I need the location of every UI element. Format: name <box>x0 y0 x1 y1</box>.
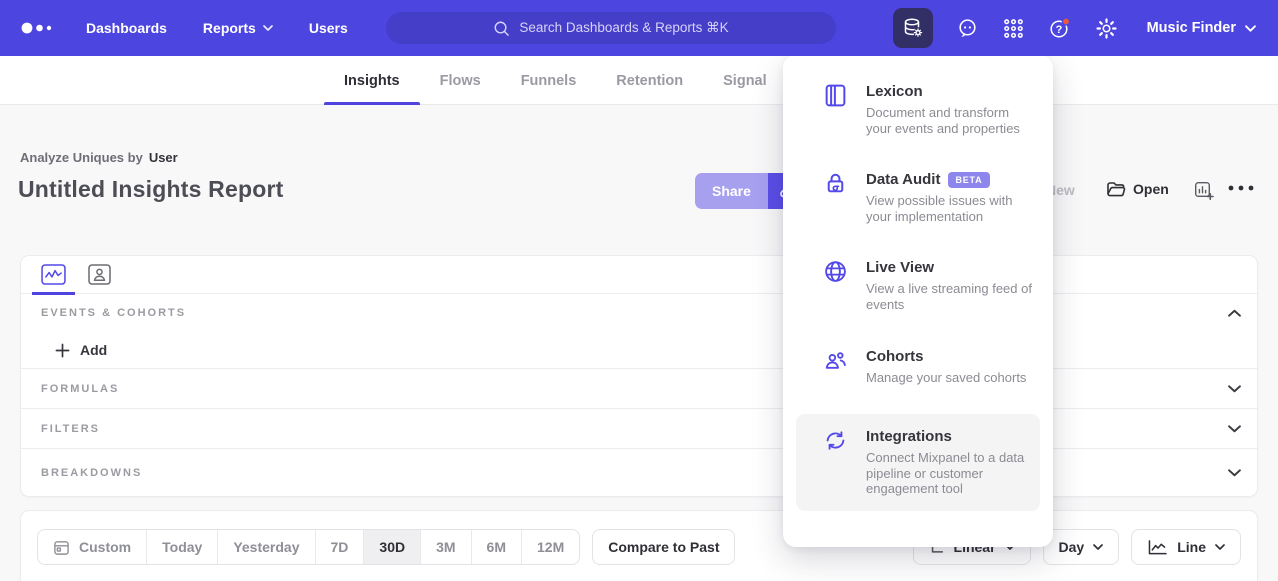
chevron-down-icon <box>1228 469 1241 477</box>
help-button[interactable]: ? <box>1048 16 1072 40</box>
breakdowns-section-header[interactable]: BREAKDOWNS <box>21 449 1257 496</box>
ellipsis-icon <box>1227 184 1255 192</box>
tab-retention[interactable]: Retention <box>616 56 683 105</box>
workspace-name: Music Finder <box>1147 20 1236 36</box>
chart-mode-icon <box>41 264 66 285</box>
primary-nav: Dashboards Reports Users <box>86 20 348 36</box>
date-range-segmented-control: Custom Today Yesterday 7D 30D 3M 6M 12M <box>37 529 580 565</box>
chevron-down-icon <box>1245 25 1256 32</box>
feedback-button[interactable] <box>956 17 979 40</box>
chevron-down-icon <box>1093 544 1103 550</box>
notification-dot <box>1062 18 1069 25</box>
nav-reports[interactable]: Reports <box>203 20 273 36</box>
range-6m[interactable]: 6M <box>472 530 522 564</box>
folder-icon <box>1106 180 1126 198</box>
chevron-up-icon[interactable] <box>1228 309 1241 317</box>
compare-to-past-button[interactable]: Compare to Past <box>592 529 735 565</box>
nav-dashboards[interactable]: Dashboards <box>86 20 167 36</box>
formulas-section-header[interactable]: FORMULAS <box>21 369 1257 409</box>
chevron-down-icon <box>1228 425 1241 433</box>
plus-icon <box>55 343 70 358</box>
events-mode-tab[interactable] <box>41 256 66 294</box>
range-yesterday[interactable]: Yesterday <box>218 530 315 564</box>
apps-grid-button[interactable] <box>1002 17 1025 40</box>
menu-item-integrations[interactable]: Integrations Connect Mixpanel to a data … <box>796 414 1040 511</box>
data-management-button[interactable] <box>893 8 933 48</box>
user-mode-icon <box>88 264 111 285</box>
context-value[interactable]: User <box>149 150 178 165</box>
menu-item-cohorts[interactable]: Cohorts Manage your saved cohorts <box>783 348 1053 386</box>
range-12m[interactable]: 12M <box>522 530 579 564</box>
live-view-icon <box>823 259 849 312</box>
query-mode-tabs <box>21 256 1257 294</box>
more-options-button[interactable] <box>1227 184 1255 192</box>
integrations-icon <box>823 428 849 497</box>
report-tabbar: Insights Flows Funnels Retention Signal … <box>0 56 1278 105</box>
range-custom[interactable]: Custom <box>38 530 147 564</box>
interval-select[interactable]: Day <box>1043 529 1120 565</box>
range-3m[interactable]: 3M <box>421 530 471 564</box>
top-navbar: Dashboards Reports Users Search Dashboar… <box>0 0 1278 56</box>
gear-icon <box>1095 17 1118 40</box>
cohorts-icon <box>823 348 849 386</box>
mixpanel-logo[interactable] <box>20 21 62 35</box>
add-to-board-icon <box>1194 181 1214 201</box>
menu-item-live-view[interactable]: Live View View a live streaming feed of … <box>783 259 1053 312</box>
chevron-down-icon <box>1228 385 1241 393</box>
add-to-board-button[interactable] <box>1194 181 1214 201</box>
navbar-right-cluster: ? Music Finder <box>893 0 1256 56</box>
line-chart-icon <box>1147 539 1168 556</box>
app-window: Dashboards Reports Users Search Dashboar… <box>0 0 1278 581</box>
range-7d[interactable]: 7D <box>316 530 365 564</box>
context-label: Analyze Uniques by <box>20 150 143 165</box>
apps-grid-icon <box>1002 17 1025 40</box>
range-today[interactable]: Today <box>147 530 218 564</box>
lexicon-icon <box>823 83 849 136</box>
global-search-input[interactable]: Search Dashboards & Reports ⌘K <box>386 12 836 44</box>
tab-insights[interactable]: Insights <box>344 56 400 105</box>
filters-section-header[interactable]: FILTERS <box>21 409 1257 449</box>
data-management-menu: Lexicon Document and transform your even… <box>783 55 1053 547</box>
settings-button[interactable] <box>1095 17 1118 40</box>
chat-bubble-icon <box>956 17 979 40</box>
data-management-icon <box>902 17 924 39</box>
share-button[interactable]: Share <box>695 173 768 209</box>
tab-funnels[interactable]: Funnels <box>521 56 577 105</box>
menu-item-lexicon[interactable]: Lexicon Document and transform your even… <box>783 83 1053 136</box>
data-audit-icon <box>823 171 849 224</box>
users-mode-tab[interactable] <box>88 256 111 294</box>
page-title[interactable]: Untitled Insights Report <box>18 176 283 203</box>
chevron-down-icon <box>263 25 273 31</box>
beta-badge: BETA <box>948 172 989 188</box>
nav-users[interactable]: Users <box>309 20 348 36</box>
search-placeholder: Search Dashboards & Reports ⌘K <box>519 20 728 36</box>
chevron-down-icon <box>1215 544 1225 550</box>
chart-type-select[interactable]: Line <box>1131 529 1241 565</box>
svg-text:?: ? <box>1055 24 1062 36</box>
add-event-button[interactable]: Add <box>21 332 1257 369</box>
workspace-switcher[interactable]: Music Finder <box>1147 20 1256 36</box>
date-range-toolbar: Custom Today Yesterday 7D 30D 3M 6M 12M … <box>37 529 735 565</box>
open-report-button[interactable]: Open <box>1106 180 1169 198</box>
events-cohorts-label: EVENTS & COHORTS <box>41 307 186 319</box>
events-cohorts-section-header[interactable]: EVENTS & COHORTS <box>21 294 1257 332</box>
analyze-context: Analyze Uniques by User <box>20 150 178 165</box>
range-30d[interactable]: 30D <box>364 530 421 564</box>
tab-signal[interactable]: Signal <box>723 56 767 105</box>
help-icon: ? <box>1048 16 1072 40</box>
calendar-icon <box>53 539 70 556</box>
chart-controls-panel: Custom Today Yesterday 7D 30D 3M 6M 12M … <box>20 510 1258 581</box>
query-builder-panel: EVENTS & COHORTS Add FORMULAS FILTERS BR… <box>20 255 1258 497</box>
search-icon <box>493 20 510 37</box>
menu-item-data-audit[interactable]: Data Audit BETA View possible issues wit… <box>783 171 1053 224</box>
tab-flows[interactable]: Flows <box>440 56 481 105</box>
